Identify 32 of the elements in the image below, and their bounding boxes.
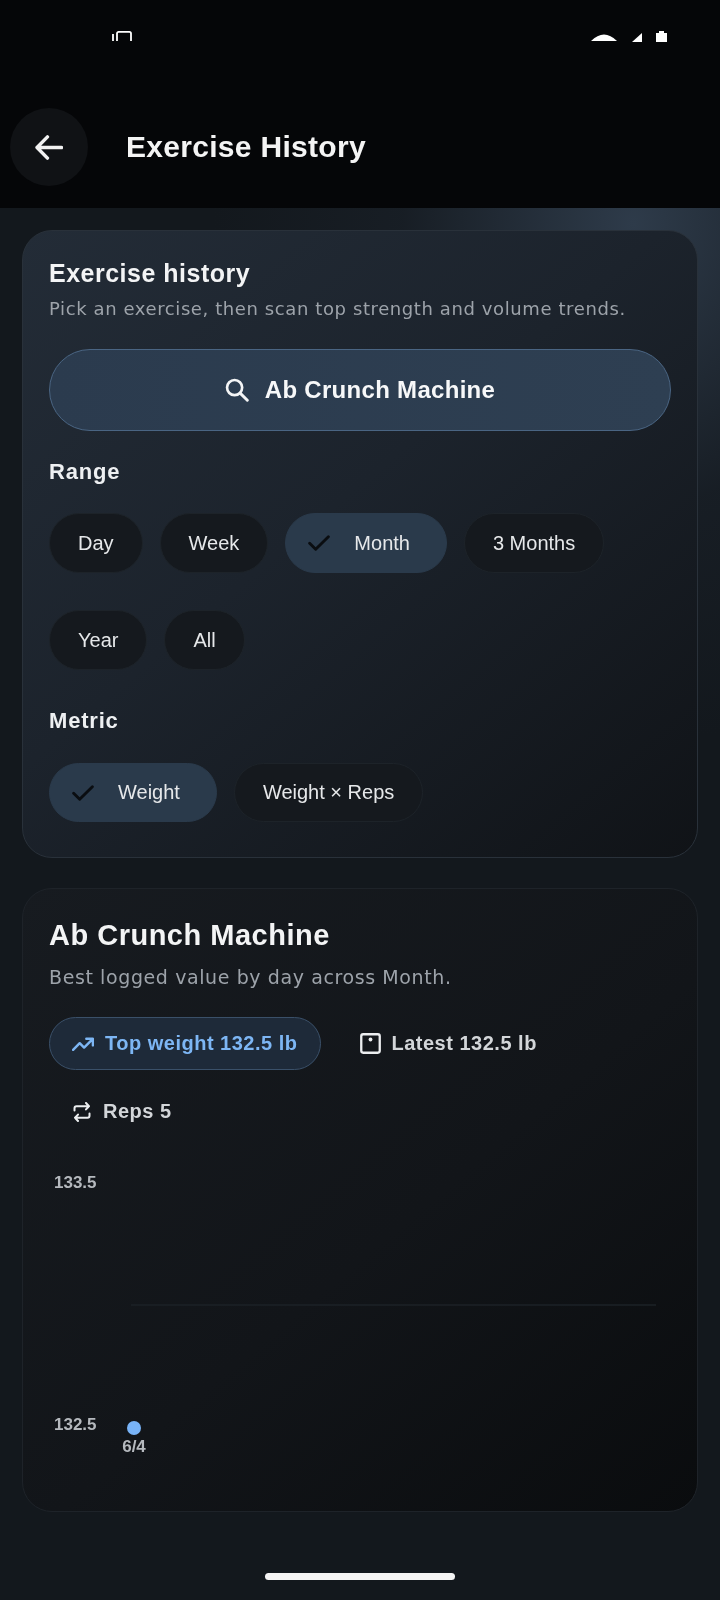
arrow-left-icon (35, 133, 63, 161)
x-axis-label: 6/4 (122, 1437, 146, 1457)
y-axis-label: 133.5 (54, 1173, 97, 1193)
scale-icon (359, 1033, 381, 1054)
signal-icon (632, 33, 642, 42)
range-chip[interactable]: Year (49, 610, 148, 670)
notification-icon (112, 31, 132, 41)
range-chip[interactable]: Month (285, 513, 447, 573)
stat-chip[interactable]: Reps 5 (49, 1085, 195, 1138)
stat-chip[interactable]: Top weight 132.5 lb (49, 1017, 321, 1070)
battery-icon (655, 31, 668, 42)
check-icon (308, 535, 331, 551)
metric-chip[interactable]: Weight (49, 763, 217, 822)
section-label: Range (49, 459, 122, 485)
range-chip[interactable]: Day (49, 513, 143, 573)
card-subtitle: Best logged value by day across Month. (49, 965, 453, 989)
card-subtitle: Pick an exercise, then scan top strength and volume trends. (49, 297, 627, 321)
section-label: Metric (49, 708, 120, 734)
range-chip[interactable]: Week (159, 513, 269, 573)
search-icon (224, 378, 249, 402)
repeat-icon (72, 1101, 92, 1122)
metric-chip[interactable]: Weight × Reps (233, 763, 424, 822)
range-chip[interactable]: 3 Months (463, 513, 605, 573)
screen-title: Exercise History (126, 129, 366, 165)
y-axis-label: 132.5 (54, 1415, 97, 1435)
stat-chip[interactable]: Latest 132.5 lb (336, 1017, 560, 1070)
card-title: Ab Crunch Machine (49, 919, 331, 951)
exercise-select-button[interactable]: Ab Crunch Machine (49, 349, 671, 431)
check-icon (72, 784, 94, 801)
trend-up-icon (72, 1036, 94, 1051)
range-chip[interactable]: All (164, 610, 245, 670)
card-title: Exercise history (49, 259, 252, 287)
